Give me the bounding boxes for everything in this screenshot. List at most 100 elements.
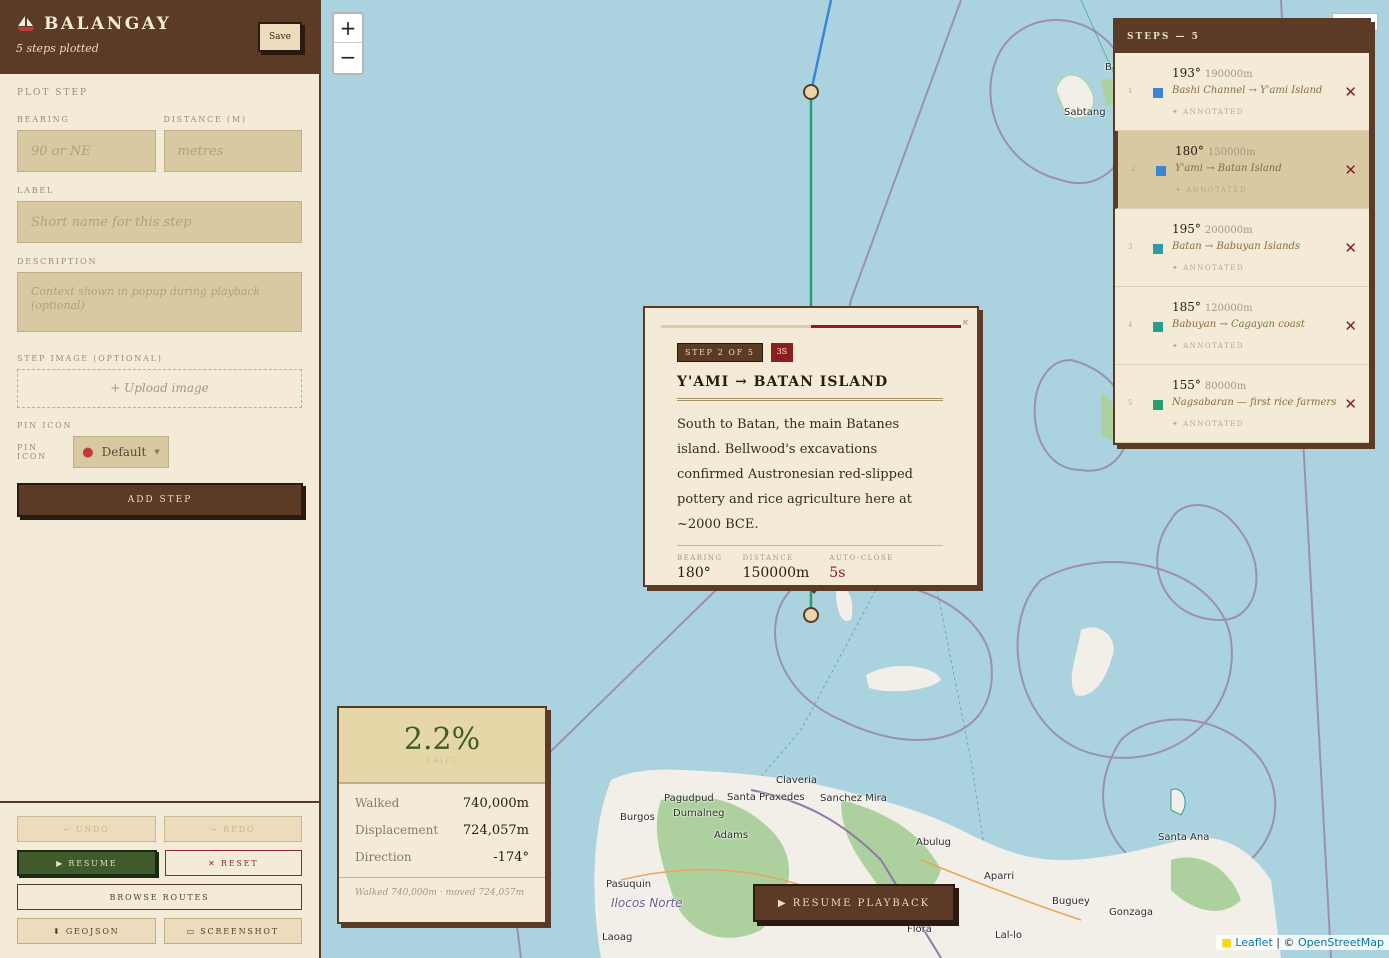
step-row[interactable]: 5 155° 80000m Nagsabaran — first rice farme… (1115, 365, 1369, 443)
stat-value: 180° (677, 565, 711, 581)
delete-step-icon[interactable]: ✕ (1344, 161, 1357, 179)
popup-body: South to Batan, the main Batanes island.… (677, 417, 913, 532)
zoom-control: + − (332, 12, 364, 75)
map-attribution: ■ Leaflet | © OpenStreetMap (1216, 935, 1389, 950)
delete-step-icon[interactable]: ✕ (1344, 317, 1357, 335)
save-button[interactable]: Save (258, 22, 302, 52)
drift-label: DRIFT (425, 757, 459, 765)
pin-label: PIN ICON (17, 443, 48, 461)
plot-step-form: PLOT STEP BEARING 90 or NE DISTANCE (M) … (0, 74, 319, 517)
step-bearing: 155° 80000m (1172, 378, 1246, 392)
step-color-swatch (1156, 166, 1166, 176)
geojson-button[interactable]: ⬇ GEOJSON (17, 918, 156, 944)
upload-image-button[interactable]: + Upload image (17, 369, 302, 408)
bearing-label: BEARING (17, 115, 70, 124)
distance-label: DISTANCE (M) (163, 115, 247, 124)
annotated-badge: ✦ ANNOTATED (1172, 264, 1244, 272)
step-bearing-value: 185° (1172, 300, 1201, 314)
ukraine-flag-icon: ■ (1221, 936, 1232, 949)
bearing-input[interactable]: 90 or NE (17, 130, 156, 172)
place-label: Santa Ana (1158, 832, 1210, 843)
step-badge: STEP 2 OF 5 (677, 343, 763, 362)
step-bearing: 195° 200000m (1172, 222, 1253, 236)
popup-progress-bar (661, 325, 961, 328)
distance-input[interactable]: metres (163, 130, 302, 172)
place-label: Adams (714, 830, 749, 841)
place-label: Flora (907, 924, 932, 935)
description-label: DESCRIPTION (17, 257, 98, 266)
step-row[interactable]: 4 185° 120000m Babuyan → Cagayan coast ✦ ANN… (1115, 287, 1369, 365)
step-popup: × STEP 2 OF 5 3S Y'AMI → BATAN ISLAND So… (643, 306, 979, 594)
step-color-swatch (1153, 322, 1163, 332)
step-row[interactable]: 2 180° 150000m Y'ami → Batan Island ✦ ANNOTA… (1115, 131, 1369, 209)
step-route: Batan → Babuyan Islands (1172, 241, 1301, 252)
popup-badges: STEP 2 OF 5 3S (677, 343, 943, 362)
step-row[interactable]: 1 193° 190000m Bashi Channel → Y'ami Island… (1115, 53, 1369, 131)
popup-stats: BEARING 180° DISTANCE 150000m AUTO-CLOSE… (677, 545, 943, 581)
attribution-separator: | © (1272, 936, 1298, 949)
browse-row: BROWSE ROUTES (17, 884, 302, 910)
delete-step-icon[interactable]: ✕ (1344, 83, 1357, 101)
place-label: Sabtang (1064, 107, 1106, 118)
pin-icon-select[interactable]: ● Default ▼ (73, 436, 169, 468)
drift-value: 2.2% (403, 722, 481, 757)
step-bearing: 185° 120000m (1172, 300, 1253, 314)
popup-stat-bearing: BEARING 180° (677, 554, 723, 581)
popup-title: Y'AMI → BATAN ISLAND (677, 374, 943, 401)
step-number: 1 (1128, 87, 1133, 95)
zoom-in-button[interactable]: + (334, 14, 362, 43)
steps-panel-title: STEPS — 5 (1115, 20, 1369, 53)
zoom-out-button[interactable]: − (334, 43, 362, 72)
distance-group: DISTANCE (M) metres (163, 115, 302, 172)
plot-step-title: PLOT STEP (17, 88, 89, 98)
step-bearing-value: 193° (1172, 66, 1201, 80)
place-label: Pagudpud (664, 793, 714, 804)
redo-button[interactable]: ↪ REDO (163, 816, 302, 842)
step-number: 4 (1128, 321, 1133, 329)
delete-step-icon[interactable]: ✕ (1344, 395, 1357, 413)
step-distance: 150000m (1207, 147, 1256, 158)
step-row[interactable]: 3 195° 200000m Batan → Babuyan Islands ✦ ANN… (1115, 209, 1369, 287)
leaflet-link[interactable]: Leaflet (1235, 936, 1272, 949)
pin-select-value: Default (101, 445, 147, 459)
step-bearing: 193° 190000m (1172, 66, 1253, 80)
sidebar-footer: ↩ UNDO ↪ REDO ▶ RESUME ✕ RESET BROWSE RO… (0, 801, 319, 958)
direction-row: Direction -174° (339, 850, 545, 865)
stat-value: 5s (829, 565, 846, 581)
step-color-swatch (1153, 244, 1163, 254)
boat-logo-icon (17, 16, 35, 31)
step-number: 5 (1128, 399, 1133, 407)
description-input[interactable]: Context shown in popup during playback (… (17, 272, 302, 332)
step-distance: 200000m (1204, 225, 1253, 236)
resume-playback-button[interactable]: ▶ RESUME PLAYBACK (753, 884, 955, 922)
step-bearing: 180° 150000m (1175, 144, 1256, 158)
steps-panel: STEPS — 5 1 193° 190000m Bashi Channel → Y'… (1113, 18, 1371, 445)
map[interactable]: + − Sabtang Ba Claveria Pagudpud Santa P… (321, 0, 1389, 958)
annotated-badge: ✦ ANNOTATED (1172, 342, 1244, 350)
walked-value: 740,000m (462, 796, 529, 811)
stat-label: DISTANCE (742, 554, 794, 562)
osm-link[interactable]: OpenStreetMap (1298, 936, 1384, 949)
browse-routes-button[interactable]: BROWSE ROUTES (17, 884, 302, 910)
add-step-button[interactable]: ADD STEP (17, 483, 303, 517)
popup-close-icon[interactable]: × (961, 318, 969, 328)
step-distance: 120000m (1204, 303, 1253, 314)
label-input[interactable]: Short name for this step (17, 201, 302, 243)
place-label: Sanchez Mira (820, 793, 887, 804)
drift-box: 2.2% DRIFT (339, 708, 545, 784)
reset-button[interactable]: ✕ RESET (164, 850, 302, 876)
direction-label: Direction (355, 850, 412, 864)
displacement-label: Displacement (355, 823, 439, 837)
timer-badge: 3S (770, 343, 794, 362)
app-title: BALANGAY (44, 14, 172, 34)
step-number: 3 (1128, 243, 1133, 251)
undo-button[interactable]: ↩ UNDO (17, 816, 156, 842)
resume-button[interactable]: ▶ RESUME (17, 850, 157, 876)
place-label: Dumalneg (673, 808, 725, 819)
screenshot-button[interactable]: ▭ SCREENSHOT (163, 918, 302, 944)
undo-redo-row: ↩ UNDO ↪ REDO (17, 816, 302, 842)
displacement-row: Displacement 724,057m (339, 823, 545, 838)
place-label: Abulug (916, 837, 951, 848)
delete-step-icon[interactable]: ✕ (1344, 239, 1357, 257)
step-number: 2 (1131, 165, 1136, 173)
